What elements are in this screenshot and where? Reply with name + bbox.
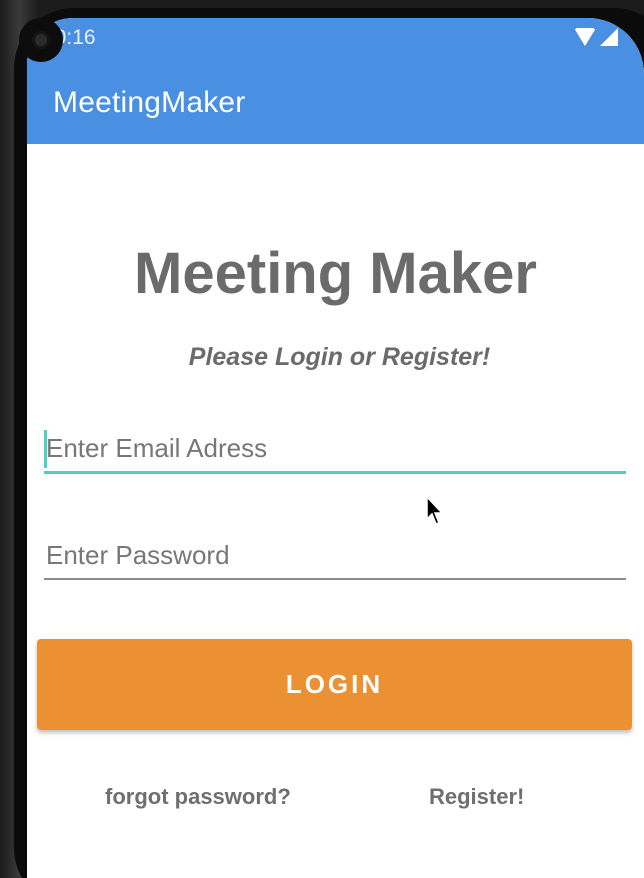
email-field[interactable] bbox=[44, 426, 626, 474]
text-cursor bbox=[44, 430, 47, 468]
email-input[interactable] bbox=[44, 426, 626, 471]
mouse-pointer-icon bbox=[426, 496, 444, 525]
app-screen: 10:16 MeetingMaker Meeting Maker Please … bbox=[27, 18, 644, 878]
page-title: Meeting Maker bbox=[134, 241, 537, 306]
app-bar: MeetingMaker bbox=[27, 70, 644, 144]
password-field[interactable] bbox=[44, 532, 626, 580]
wifi-icon bbox=[574, 28, 596, 46]
login-button[interactable]: LOGIN bbox=[37, 639, 632, 730]
status-bar: 10:16 bbox=[27, 18, 644, 70]
register-link[interactable]: Register! bbox=[429, 784, 524, 810]
front-camera-icon bbox=[19, 18, 63, 62]
signal-icon bbox=[600, 28, 618, 46]
app-title: MeetingMaker bbox=[53, 86, 246, 119]
status-icons bbox=[574, 28, 618, 46]
password-input[interactable] bbox=[44, 532, 626, 578]
forgot-password-link[interactable]: forgot password? bbox=[105, 784, 291, 810]
page-subtitle: Please Login or Register! bbox=[188, 343, 491, 371]
